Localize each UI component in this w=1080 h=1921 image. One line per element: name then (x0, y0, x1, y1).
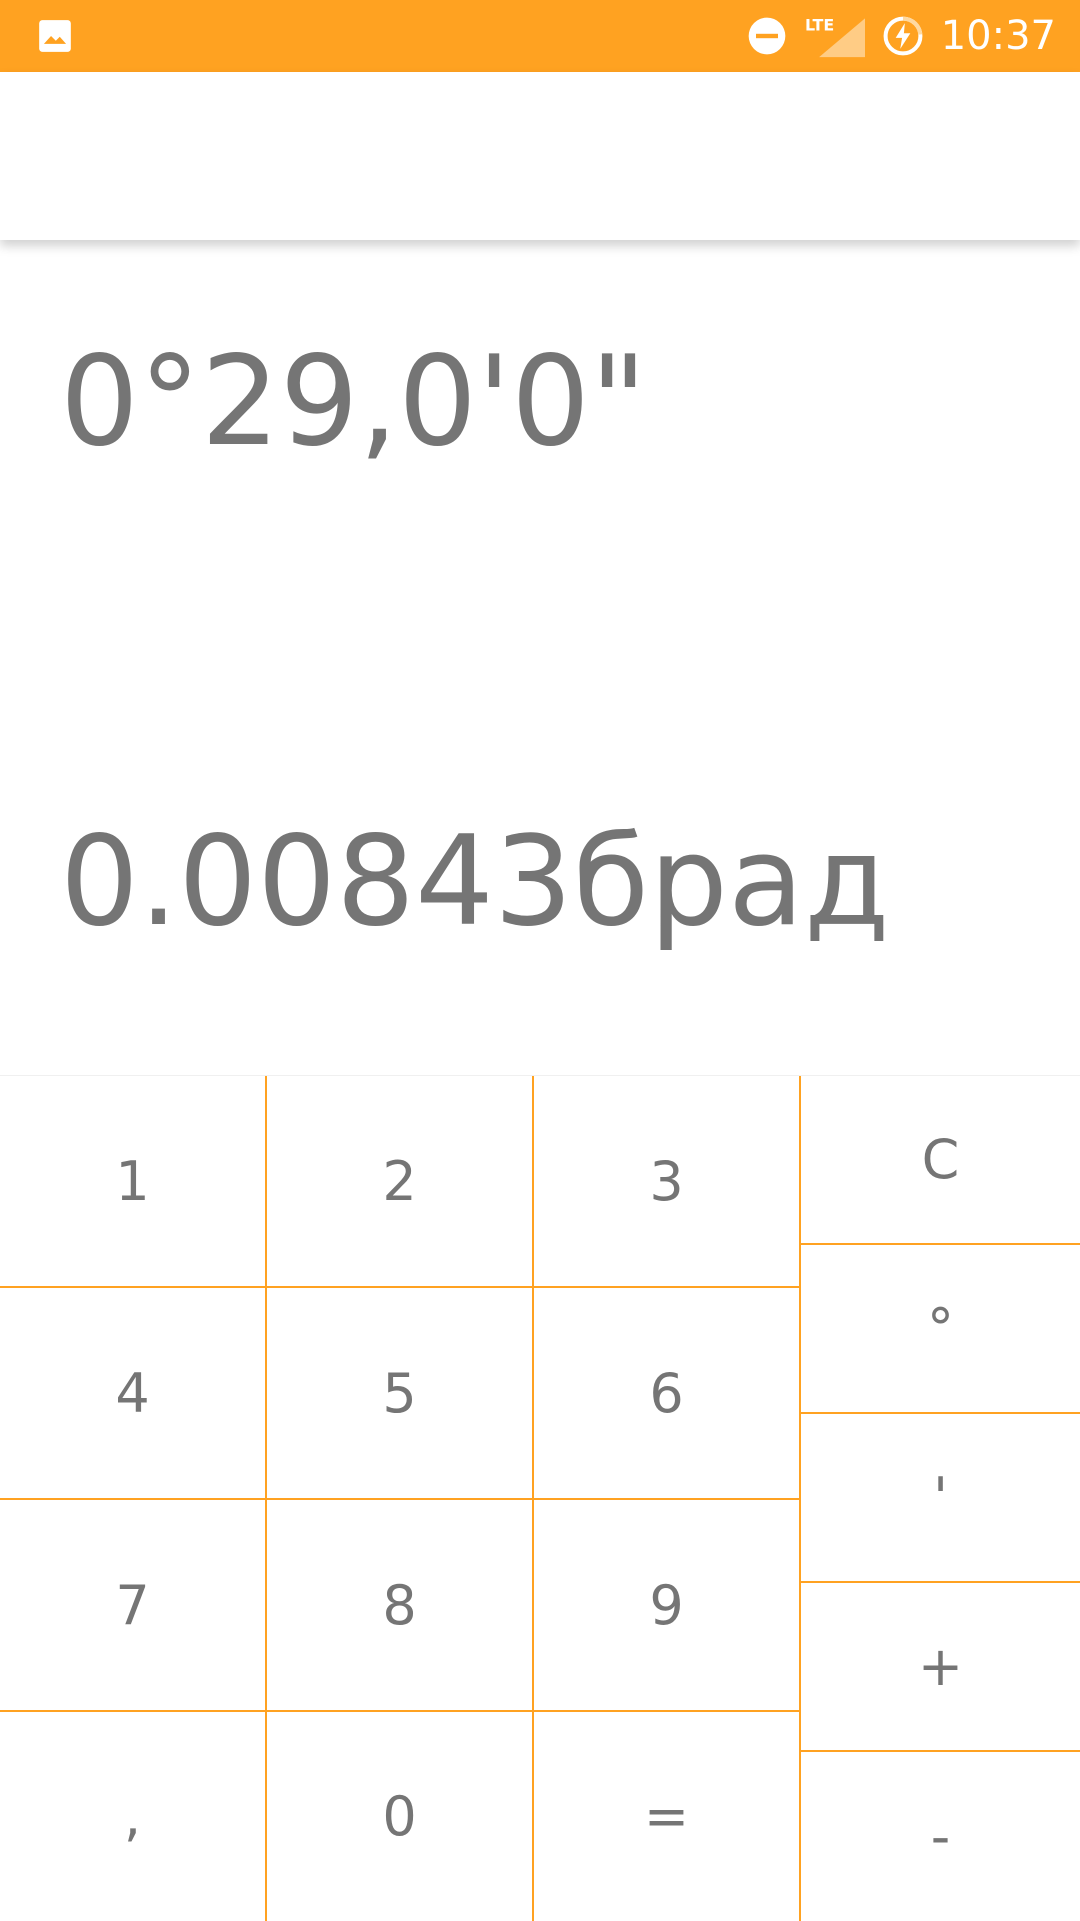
grid-divider (801, 1750, 1080, 1752)
lte-signal-icon: LTE (805, 16, 865, 58)
degree-button[interactable]: ° (801, 1245, 1080, 1412)
key-8[interactable]: 8 (267, 1500, 532, 1710)
app-toolbar (0, 72, 1080, 240)
numpad: 1 2 3 4 5 6 7 8 9 , 0 = (0, 1076, 801, 1921)
keypad: 1 2 3 4 5 6 7 8 9 , 0 = C ° ' + - (0, 1075, 1080, 1921)
key-comma[interactable]: , (0, 1712, 265, 1921)
clear-button[interactable]: C (801, 1076, 1080, 1243)
minute-button[interactable]: ' (801, 1414, 1080, 1581)
image-icon (39, 20, 71, 52)
do-not-disturb-icon (748, 17, 786, 55)
grid-divider (0, 1710, 800, 1712)
key-6[interactable]: 6 (534, 1288, 799, 1498)
key-7[interactable]: 7 (0, 1500, 265, 1710)
grid-divider (0, 1498, 800, 1500)
grid-divider (801, 1412, 1080, 1414)
key-2[interactable]: 2 (267, 1076, 532, 1286)
key-equals[interactable]: = (534, 1712, 799, 1921)
grid-divider (801, 1243, 1080, 1245)
operator-column: C ° ' + - (800, 1076, 1080, 1921)
lte-label: LTE (805, 16, 834, 35)
key-0[interactable]: 0 (267, 1712, 532, 1921)
degrees-display: 0°29,0'0" (60, 330, 648, 474)
minus-button[interactable]: - (801, 1752, 1080, 1921)
radians-display: 0.00843брад (60, 810, 890, 954)
display-area: 0°29,0'0" 0.00843брад (0, 240, 1080, 1075)
grid-divider (0, 1286, 800, 1288)
battery-charging-icon (883, 16, 923, 56)
key-5[interactable]: 5 (267, 1288, 532, 1498)
key-1[interactable]: 1 (0, 1076, 265, 1286)
plus-button[interactable]: + (801, 1583, 1080, 1750)
key-3[interactable]: 3 (534, 1076, 799, 1286)
key-4[interactable]: 4 (0, 1288, 265, 1498)
status-time: 10:37 (940, 13, 1056, 59)
grid-divider (801, 1581, 1080, 1583)
key-9[interactable]: 9 (534, 1500, 799, 1710)
status-bar: LTE 10:37 (0, 0, 1080, 72)
